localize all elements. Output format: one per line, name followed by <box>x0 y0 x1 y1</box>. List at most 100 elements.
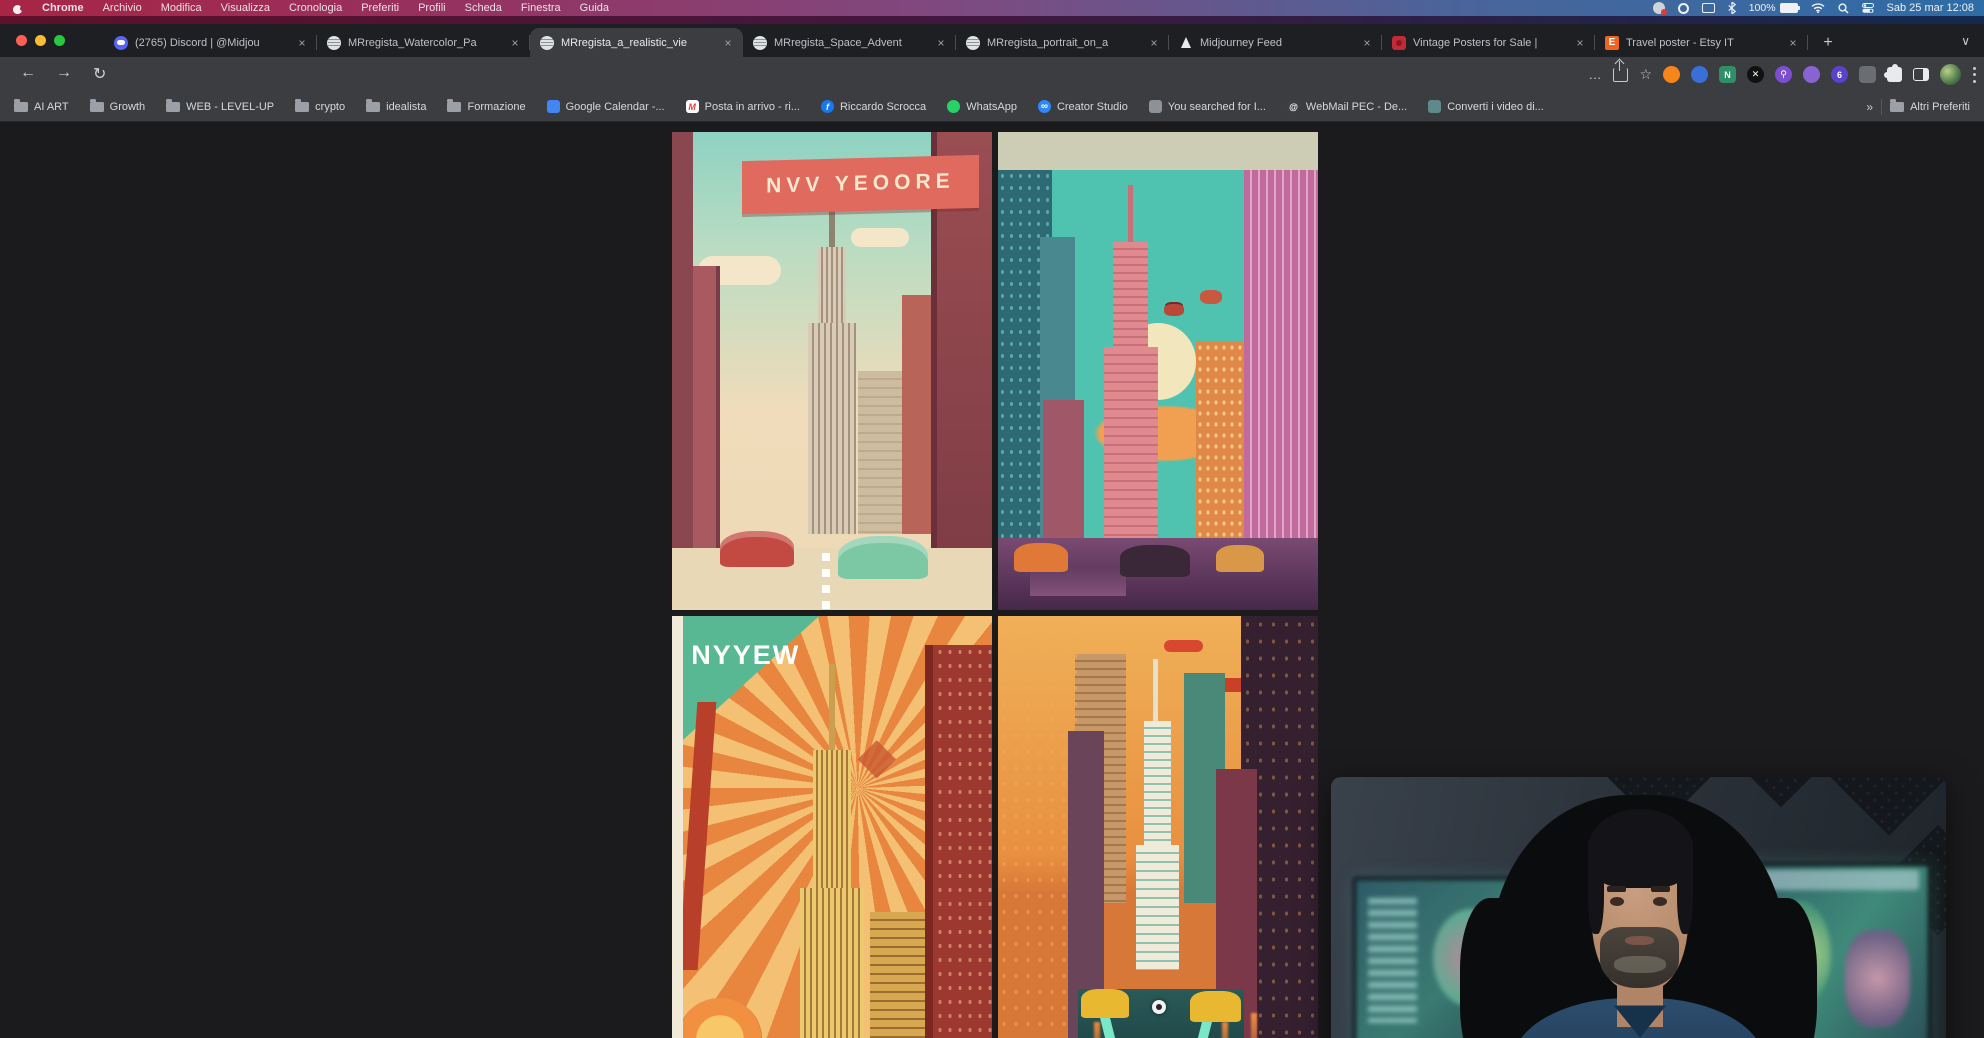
metamask-extension-icon[interactable] <box>1663 66 1680 83</box>
red-cloud <box>1164 640 1202 652</box>
menubar-item-scheda[interactable]: Scheda <box>465 2 502 14</box>
globe-favicon <box>327 36 341 50</box>
menubar-item-profili[interactable]: Profili <box>418 2 446 14</box>
menubar-item-cronologia[interactable]: Cronologia <box>289 2 342 14</box>
tab-close-icon[interactable]: × <box>1573 36 1587 50</box>
bookmark-folder-web-level-up[interactable]: WEB - LEVEL-UP <box>166 101 274 113</box>
tab-close-icon[interactable]: × <box>1360 36 1374 50</box>
hair-side-right <box>1677 841 1693 934</box>
share-icon[interactable] <box>1613 68 1628 82</box>
side-panel-icon[interactable] <box>1913 68 1929 81</box>
tab-close-icon[interactable]: × <box>295 36 309 50</box>
tab-search-chevron-icon[interactable]: ∨ <box>1961 34 1970 48</box>
new-tab-button[interactable]: + <box>1814 29 1842 57</box>
key-extension-icon[interactable]: ⚲ <box>1775 66 1792 83</box>
toolbar-actions: … ☆ N ✕ ⚲ 6 <box>1588 61 1976 88</box>
bookmark-creator-studio[interactable]: ∞Creator Studio <box>1038 100 1128 113</box>
bookmark-you-searched[interactable]: You searched for I... <box>1149 100 1266 113</box>
tab-watercolor[interactable]: MRregista_Watercolor_Pa × <box>317 28 530 57</box>
discord-favicon <box>114 36 128 50</box>
acoustic-panel <box>1722 777 1841 807</box>
menubar-clock[interactable]: Sab 25 mar 12:08 <box>1887 2 1974 14</box>
tab-close-icon[interactable]: × <box>934 36 948 50</box>
record-app-icon[interactable] <box>1678 3 1689 14</box>
apple-menu-icon[interactable] <box>12 3 23 14</box>
tab-space-adventure[interactable]: MRregista_Space_Advent × <box>743 28 956 57</box>
purple-extension-icon[interactable] <box>1803 66 1820 83</box>
bookmark-star-icon[interactable]: ☆ <box>1639 66 1652 83</box>
poster-bottom-right[interactable] <box>998 616 1318 1038</box>
tab-realistic-view-active[interactable]: MRregista_a_realistic_vie × <box>530 28 743 57</box>
tab-portrait[interactable]: MRregista_portrait_on_a × <box>956 28 1169 57</box>
bookmark-folder-idealista[interactable]: idealista <box>366 101 426 113</box>
close-window-button[interactable] <box>16 35 27 46</box>
chair-wing-left <box>1460 898 1534 1038</box>
purple-six-extension-icon[interactable]: 6 <box>1831 66 1848 83</box>
grid-extension-icon[interactable] <box>1859 66 1876 83</box>
red-car <box>720 531 794 567</box>
poster-top-right[interactable] <box>998 132 1318 610</box>
menubar-item-visualizza[interactable]: Visualizza <box>221 2 270 14</box>
bookmark-gmail[interactable]: MPosta in arrivo - ri... <box>686 100 800 113</box>
poster-bottom-left[interactable]: NYYEW <box>672 616 992 1038</box>
black-x-extension-icon[interactable]: ✕ <box>1747 66 1764 83</box>
green-n-extension-icon[interactable]: N <box>1719 66 1736 83</box>
poster-top-left[interactable]: NVV YEOORE <box>672 132 992 610</box>
beard-gray-patch <box>1614 956 1666 974</box>
forward-button[interactable]: → <box>56 64 72 82</box>
esb-upper <box>813 750 851 903</box>
bluetooth-icon[interactable] <box>1728 2 1736 14</box>
wifi-icon[interactable] <box>1811 3 1825 13</box>
esb-spire <box>1128 185 1133 247</box>
bookmarks-overflow-chevron[interactable]: » <box>1866 100 1873 114</box>
bookmark-webmail-pec[interactable]: @WebMail PEC - De... <box>1287 100 1407 113</box>
bird-shape <box>858 740 896 778</box>
menubar-item-guida[interactable]: Guida <box>580 2 609 14</box>
tab-close-icon[interactable]: × <box>1147 36 1161 50</box>
maroon-building <box>1043 400 1085 553</box>
tab-close-icon[interactable]: × <box>721 36 735 50</box>
bookmark-google-calendar[interactable]: Google Calendar -... <box>547 100 665 113</box>
menubar-app-name[interactable]: Chrome <box>42 2 84 14</box>
menubar-item-preferiti[interactable]: Preferiti <box>361 2 399 14</box>
tab-discord[interactable]: (2765) Discord | @Midjou × <box>104 28 317 57</box>
menubar-item-modifica[interactable]: Modifica <box>161 2 202 14</box>
globe-favicon <box>966 36 980 50</box>
bookmark-folder-crypto[interactable]: crypto <box>295 101 345 113</box>
dark-car <box>1120 545 1190 576</box>
bookmark-folder-ai-art[interactable]: AI ART <box>14 101 69 113</box>
tab-vintage-posters[interactable]: Vintage Posters for Sale | × <box>1382 28 1595 57</box>
battery-indicator[interactable]: 100% <box>1749 2 1798 14</box>
tab-close-icon[interactable]: × <box>508 36 522 50</box>
url-overflow-icon[interactable]: … <box>1588 67 1602 82</box>
back-button[interactable]: ← <box>20 64 36 82</box>
tab-etsy[interactable]: E Travel poster - Etsy IT × <box>1595 28 1808 57</box>
menubar-item-archivio[interactable]: Archivio <box>103 2 142 14</box>
bookmarks-separator <box>1881 99 1882 115</box>
bookmark-whatsapp[interactable]: WhatsApp <box>947 100 1017 113</box>
spotlight-icon[interactable] <box>1838 3 1849 14</box>
reload-button[interactable]: ↻ <box>93 64 106 84</box>
webcam-overlay <box>1331 777 1946 1038</box>
display-icon[interactable] <box>1702 3 1715 13</box>
tab-close-icon[interactable]: × <box>1786 36 1800 50</box>
bookmark-folder-formazione[interactable]: Formazione <box>447 101 525 113</box>
tab-midjourney-feed[interactable]: Midjourney Feed × <box>1169 28 1382 57</box>
minimize-window-button[interactable] <box>35 35 46 46</box>
bookmark-altri-preferiti[interactable]: Altri Preferiti <box>1890 101 1970 113</box>
control-center-icon[interactable] <box>1862 3 1874 13</box>
blue-extension-icon[interactable] <box>1691 66 1708 83</box>
bookmark-converti-video[interactable]: Converti i video di... <box>1428 100 1544 113</box>
gmail-icon: M <box>686 100 699 113</box>
extensions-puzzle-icon[interactable] <box>1887 67 1902 82</box>
profile-avatar[interactable] <box>1940 64 1961 85</box>
app-status-icon-red-badge[interactable] <box>1653 2 1665 14</box>
chrome-menu-icon[interactable] <box>1972 67 1976 83</box>
left-dark-building <box>998 616 1078 1038</box>
converter-icon <box>1428 100 1441 113</box>
bookmark-folder-growth[interactable]: Growth <box>90 101 145 113</box>
bookmark-facebook[interactable]: fRiccardo Scrocca <box>821 100 926 113</box>
zoom-window-button[interactable] <box>54 35 65 46</box>
menubar-item-finestra[interactable]: Finestra <box>521 2 561 14</box>
helicopter <box>1164 304 1183 316</box>
